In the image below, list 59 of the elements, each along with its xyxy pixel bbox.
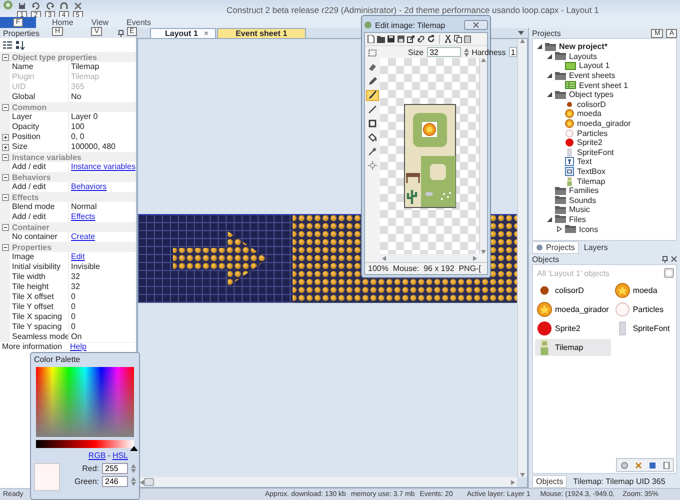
property-value: 0, 0 [68,132,136,143]
property-value: 365 [68,82,136,93]
section-title: Properties [12,242,52,252]
property-value: Normal [68,202,136,213]
selection-info: Tilemap: Tilemap UID 365 [573,476,666,486]
property-value: No [68,92,136,103]
property-value: 0 [68,322,136,333]
field-label: Red: [82,464,99,473]
property-name: Plugin [10,72,68,83]
property-name: Image [10,252,68,263]
section-title: Instance variables [12,152,82,162]
property-name: No container [10,232,68,243]
panel-title: Projects [532,28,561,38]
property-name: Layer [10,112,68,123]
property-name: Add / edit [10,162,68,173]
property-value: 0 [68,312,136,323]
section-title: Behaviors [12,172,51,182]
palette-title: Color Palette [34,355,82,364]
property-name: Initial visibility [10,262,68,273]
property-name: Tile X spacing [10,312,68,323]
panel-title: Objects [532,254,560,264]
property-name: UID [10,82,68,93]
property-value: 0 [68,302,136,313]
property-name: Global [10,92,68,103]
property-value: Invisible [68,262,136,273]
separator-text: - [108,451,110,460]
section-title: Effects [12,192,39,202]
window-title: Construct 2 beta release r229 (Administrator) - 2d theme performance usando loop.capx - Layout 1 [226,4,599,15]
property-name: Opacity [10,122,68,133]
property-value: Tilemap [68,72,136,83]
property-name: Size [10,142,68,153]
property-value: 100000, 480 [68,142,136,153]
property-value: Layer 0 [68,112,136,123]
section-title: Container [12,222,50,232]
property-value: 32 [68,272,136,283]
property-value: 0 [68,292,136,303]
property-value: 32 [68,282,136,293]
property-name: More information [2,342,64,352]
panel-title: Properties [3,28,40,38]
property-value: On [68,332,136,343]
property-name: Tile width [10,272,68,283]
property-name: Tile height [10,282,68,293]
property-name: Blend mode [10,202,68,213]
property-name: Name [10,62,68,73]
property-name: Add / edit [10,212,68,223]
status-text: 100% Mouse: 96 x 192 PNG-[ [365,262,487,274]
field-label: Green: [74,477,99,486]
property-name: Tile Y spacing [10,322,68,333]
dialog-title: Edit image: Tilemap [375,20,446,30]
property-value: Tilemap [68,62,136,73]
property-name: Tile Y offset [10,302,68,313]
section-title: Common [12,102,47,112]
field-label: Hardness [472,48,506,56]
section-title: Object type properties [12,52,97,62]
property-value: 100 [68,122,136,133]
property-name: Add / edit [10,182,68,193]
property-name: Position [10,132,68,143]
field-label: Size [408,48,424,56]
property-name: Tile X offset [10,292,68,303]
